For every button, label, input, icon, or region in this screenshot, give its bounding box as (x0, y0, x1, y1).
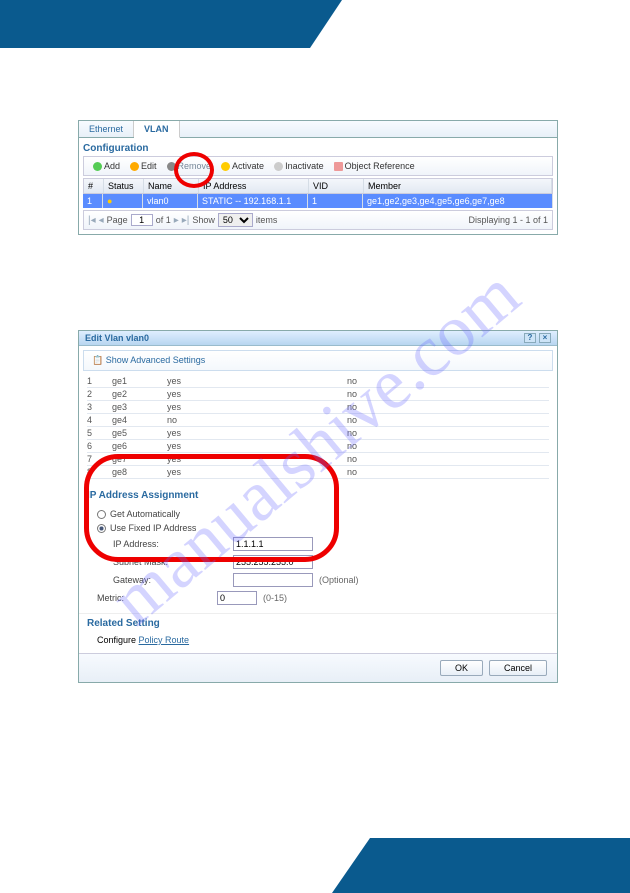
configuration-label: Configuration (79, 138, 557, 156)
col-member: Member (364, 179, 552, 193)
tab-ethernet[interactable]: Ethernet (79, 121, 134, 137)
add-icon (93, 162, 102, 171)
inactivate-button[interactable]: Inactivate (270, 160, 328, 172)
first-page-icon[interactable]: |◂ (88, 215, 96, 226)
dialog-titlebar: Edit Vlan vlan0 ? × (79, 331, 557, 346)
col-vid: VID (309, 179, 364, 193)
toolbar: Add Edit Remove Activate Inactivate Obje… (83, 156, 553, 176)
list-item[interactable]: 1ge1yesno (87, 375, 549, 388)
col-num: # (84, 179, 104, 193)
list-item[interactable]: 3ge3yesno (87, 401, 549, 414)
activate-label: Activate (232, 161, 264, 171)
inactivate-label: Inactivate (285, 161, 324, 171)
pager: |◂ ◂ Page of 1 ▸ ▸| Show 50 items Displa… (83, 210, 553, 230)
help-icon[interactable]: ? (524, 333, 536, 343)
show-select[interactable]: 50 (218, 213, 253, 227)
page-top-bar (0, 0, 310, 48)
edit-button[interactable]: Edit (126, 160, 161, 172)
list-item[interactable]: 4ge4nono (87, 414, 549, 427)
col-status: Status (104, 179, 144, 193)
of-label: of 1 (156, 215, 171, 225)
show-advanced-label: Show Advanced Settings (106, 355, 206, 365)
page-label: Page (107, 215, 128, 225)
activate-icon (221, 162, 230, 171)
reference-label: Object Reference (345, 161, 415, 171)
cancel-button[interactable]: Cancel (489, 660, 547, 676)
metric-range: (0-15) (263, 593, 287, 603)
add-button[interactable]: Add (89, 160, 124, 172)
optional-label: (Optional) (319, 575, 359, 585)
displaying-label: Displaying 1 - 1 of 1 (468, 215, 548, 225)
cell-vid: 1 (308, 194, 363, 208)
dialog-buttons: OK Cancel (79, 653, 557, 682)
edit-label: Edit (141, 161, 157, 171)
next-page-icon[interactable]: ▸ (174, 215, 179, 226)
gateway-input[interactable] (233, 573, 313, 587)
configure-prefix: Configure (97, 635, 139, 645)
cell-name: vlan0 (143, 194, 198, 208)
page-input[interactable] (131, 214, 153, 226)
cell-status: ● (103, 194, 143, 208)
highlight-oval-ip (84, 454, 339, 562)
table-header: # Status Name IP Address VID Member (83, 178, 553, 194)
highlight-circle-edit (174, 152, 214, 188)
list-item[interactable]: 5ge5yesno (87, 427, 549, 440)
table-row[interactable]: 1 ● vlan0 STATIC -- 192.168.1.1 1 ge1,ge… (83, 194, 553, 208)
cell-ip: STATIC -- 192.168.1.1 (198, 194, 308, 208)
cell-num: 1 (83, 194, 103, 208)
related-setting-label: Related Setting (79, 613, 557, 633)
show-advanced-button[interactable]: 📋 Show Advanced Settings (83, 350, 553, 371)
metric-input[interactable] (217, 591, 257, 605)
policy-route-link[interactable]: Policy Route (139, 635, 190, 645)
cell-member: ge1,ge2,ge3,ge4,ge5,ge6,ge7,ge8 (363, 194, 553, 208)
show-label: Show (192, 215, 215, 225)
dialog-title: Edit Vlan vlan0 (85, 333, 149, 343)
reference-icon (334, 162, 343, 171)
activate-button[interactable]: Activate (217, 160, 268, 172)
last-page-icon[interactable]: ▸| (182, 215, 190, 226)
gateway-label: Gateway: (113, 575, 233, 585)
page-bottom-bar (370, 838, 630, 893)
vlan-list-panel: Ethernet VLAN Configuration Add Edit Rem… (78, 120, 558, 235)
inactivate-icon (274, 162, 283, 171)
prev-page-icon[interactable]: ◂ (99, 215, 104, 226)
list-item[interactable]: 2ge2yesno (87, 388, 549, 401)
metric-label: Metric: (97, 593, 217, 603)
list-item[interactable]: 6ge6yesno (87, 440, 549, 453)
object-reference-button[interactable]: Object Reference (330, 160, 419, 172)
edit-icon (130, 162, 139, 171)
col-ip: IP Address (199, 179, 309, 193)
configure-line: Configure Policy Route (79, 633, 557, 653)
tab-vlan[interactable]: VLAN (134, 121, 180, 138)
add-label: Add (104, 161, 120, 171)
tabs: Ethernet VLAN (79, 121, 557, 138)
ok-button[interactable]: OK (440, 660, 483, 676)
close-icon[interactable]: × (539, 333, 551, 343)
items-label: items (256, 215, 278, 225)
